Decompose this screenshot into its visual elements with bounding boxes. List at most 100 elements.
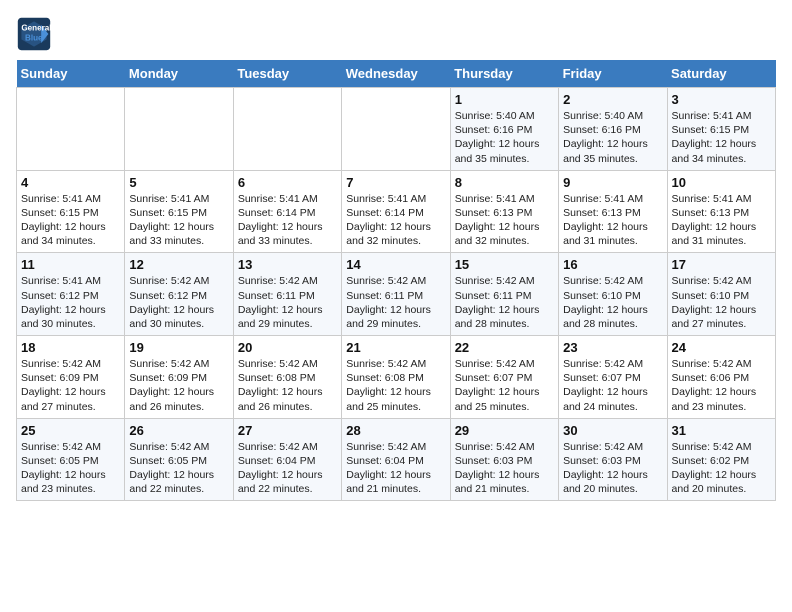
day-info: Sunrise: 5:41 AM Sunset: 6:15 PM Dayligh… xyxy=(21,192,120,249)
day-number: 9 xyxy=(563,175,662,190)
day-number: 31 xyxy=(672,423,771,438)
calendar-cell xyxy=(233,88,341,171)
day-number: 24 xyxy=(672,340,771,355)
calendar-cell: 12 Sunrise: 5:42 AM Sunset: 6:12 PM Dayli… xyxy=(125,253,233,336)
day-info: Sunrise: 5:42 AM Sunset: 6:03 PM Dayligh… xyxy=(563,440,662,497)
calendar-cell: 30 Sunrise: 5:42 AM Sunset: 6:03 PM Dayli… xyxy=(559,418,667,501)
day-number: 27 xyxy=(238,423,337,438)
day-number: 13 xyxy=(238,257,337,272)
day-info: Sunrise: 5:42 AM Sunset: 6:12 PM Dayligh… xyxy=(129,274,228,331)
day-info: Sunrise: 5:42 AM Sunset: 6:02 PM Dayligh… xyxy=(672,440,771,497)
calendar-cell: 8 Sunrise: 5:41 AM Sunset: 6:13 PM Daylig… xyxy=(450,170,558,253)
day-number: 30 xyxy=(563,423,662,438)
day-info: Sunrise: 5:41 AM Sunset: 6:14 PM Dayligh… xyxy=(346,192,445,249)
day-number: 4 xyxy=(21,175,120,190)
calendar-cell: 15 Sunrise: 5:42 AM Sunset: 6:11 PM Dayli… xyxy=(450,253,558,336)
day-info: Sunrise: 5:42 AM Sunset: 6:04 PM Dayligh… xyxy=(346,440,445,497)
day-info: Sunrise: 5:42 AM Sunset: 6:11 PM Dayligh… xyxy=(238,274,337,331)
day-number: 21 xyxy=(346,340,445,355)
day-number: 17 xyxy=(672,257,771,272)
day-number: 11 xyxy=(21,257,120,272)
calendar-cell: 26Sunrise: 5:42 AM Sunset: 6:05 PM Dayli… xyxy=(125,418,233,501)
day-info: Sunrise: 5:42 AM Sunset: 6:03 PM Dayligh… xyxy=(455,440,554,497)
calendar-cell: 21 Sunrise: 5:42 AM Sunset: 6:08 PM Dayli… xyxy=(342,336,450,419)
col-header-tuesday: Tuesday xyxy=(233,60,341,88)
day-number: 3 xyxy=(672,92,771,107)
day-info: Sunrise: 5:42 AM Sunset: 6:11 PM Dayligh… xyxy=(455,274,554,331)
calendar-cell: 18Sunrise: 5:42 AM Sunset: 6:09 PM Dayli… xyxy=(17,336,125,419)
calendar-cell: 25 Sunrise: 5:42 AM Sunset: 6:05 PM Dayli… xyxy=(17,418,125,501)
day-info: Sunrise: 5:41 AM Sunset: 6:15 PM Dayligh… xyxy=(672,109,771,166)
col-header-monday: Monday xyxy=(125,60,233,88)
col-header-sunday: Sunday xyxy=(17,60,125,88)
day-info: Sunrise: 5:40 AM Sunset: 6:16 PM Dayligh… xyxy=(455,109,554,166)
day-info: Sunrise: 5:42 AM Sunset: 6:11 PM Dayligh… xyxy=(346,274,445,331)
day-info: Sunrise: 5:41 AM Sunset: 6:13 PM Dayligh… xyxy=(455,192,554,249)
week-row-4: 18 Sunrise: 5:42 AM Sunset: 6:09 PM Dayli… xyxy=(17,336,776,419)
day-info: Sunrise: 5:42 AM Sunset: 6:07 PM Dayligh… xyxy=(455,357,554,414)
calendar-cell: 17 Sunrise: 5:42 AM Sunset: 6:10 PM Dayli… xyxy=(667,253,775,336)
calendar-cell: 20 Sunrise: 5:42 AM Sunset: 6:08 PM Dayli… xyxy=(233,336,341,419)
day-number: 2 xyxy=(563,92,662,107)
calendar-cell: 4 Sunrise: 5:41 AM Sunset: 6:15 PM Daylig… xyxy=(17,170,125,253)
day-info: Sunrise: 5:42 AM Sunset: 6:04 PM Dayligh… xyxy=(238,440,337,497)
day-info: Sunrise: 5:42 AM Sunset: 6:05 PM Dayligh… xyxy=(129,440,228,497)
day-number: 14 xyxy=(346,257,445,272)
day-info: Sunrise: 5:41 AM Sunset: 6:13 PM Dayligh… xyxy=(563,192,662,249)
col-header-friday: Friday xyxy=(559,60,667,88)
day-number: 22 xyxy=(455,340,554,355)
day-number: 29 xyxy=(455,423,554,438)
day-number: 5 xyxy=(129,175,228,190)
day-number: 23 xyxy=(563,340,662,355)
day-number: 28 xyxy=(346,423,445,438)
day-number: 8 xyxy=(455,175,554,190)
col-header-saturday: Saturday xyxy=(667,60,775,88)
calendar-cell: 27 Sunrise: 5:42 AM Sunset: 6:04 PM Dayli… xyxy=(233,418,341,501)
logo-icon: General Blue xyxy=(16,16,52,52)
calendar-cell: 16 Sunrise: 5:42 AM Sunset: 6:10 PM Dayli… xyxy=(559,253,667,336)
day-number: 18 xyxy=(21,340,120,355)
week-row-3: 11 Sunrise: 5:41 AM Sunset: 6:12 PM Dayli… xyxy=(17,253,776,336)
logo: General Blue xyxy=(16,16,56,52)
day-info: Sunrise: 5:41 AM Sunset: 6:13 PM Dayligh… xyxy=(672,192,771,249)
calendar-cell: 11 Sunrise: 5:41 AM Sunset: 6:12 PM Dayli… xyxy=(17,253,125,336)
day-info: Sunrise: 5:41 AM Sunset: 6:15 PM Dayligh… xyxy=(129,192,228,249)
day-info: Sunrise: 5:42 AM Sunset: 6:10 PM Dayligh… xyxy=(563,274,662,331)
day-number: 15 xyxy=(455,257,554,272)
day-number: 16 xyxy=(563,257,662,272)
day-number: 6 xyxy=(238,175,337,190)
col-header-wednesday: Wednesday xyxy=(342,60,450,88)
day-info: Sunrise: 5:42 AM Sunset: 6:08 PM Dayligh… xyxy=(238,357,337,414)
calendar-cell: 14 Sunrise: 5:42 AM Sunset: 6:11 PM Dayli… xyxy=(342,253,450,336)
day-number: 19 xyxy=(129,340,228,355)
day-info: Sunrise: 5:42 AM Sunset: 6:08 PM Dayligh… xyxy=(346,357,445,414)
week-row-1: 1 Sunrise: 5:40 AM Sunset: 6:16 PM Daylig… xyxy=(17,88,776,171)
calendar-cell: 13 Sunrise: 5:42 AM Sunset: 6:11 PM Dayli… xyxy=(233,253,341,336)
svg-text:Blue: Blue xyxy=(25,33,43,42)
calendar-cell: 24 Sunrise: 5:42 AM Sunset: 6:06 PM Dayli… xyxy=(667,336,775,419)
day-info: Sunrise: 5:42 AM Sunset: 6:09 PM Dayligh… xyxy=(129,357,228,414)
calendar-cell xyxy=(342,88,450,171)
calendar-cell: 19 Sunrise: 5:42 AM Sunset: 6:09 PM Dayli… xyxy=(125,336,233,419)
calendar-cell: 2Sunrise: 5:40 AM Sunset: 6:16 PM Daylig… xyxy=(559,88,667,171)
day-number: 10 xyxy=(672,175,771,190)
day-number: 1 xyxy=(455,92,554,107)
calendar-cell: 29 Sunrise: 5:42 AM Sunset: 6:03 PM Dayli… xyxy=(450,418,558,501)
calendar-cell: 6 Sunrise: 5:41 AM Sunset: 6:14 PM Daylig… xyxy=(233,170,341,253)
day-number: 20 xyxy=(238,340,337,355)
day-info: Sunrise: 5:42 AM Sunset: 6:10 PM Dayligh… xyxy=(672,274,771,331)
day-info: Sunrise: 5:42 AM Sunset: 6:06 PM Dayligh… xyxy=(672,357,771,414)
week-row-2: 4 Sunrise: 5:41 AM Sunset: 6:15 PM Daylig… xyxy=(17,170,776,253)
day-number: 7 xyxy=(346,175,445,190)
calendar-cell: 7 Sunrise: 5:41 AM Sunset: 6:14 PM Daylig… xyxy=(342,170,450,253)
calendar-cell xyxy=(17,88,125,171)
day-info: Sunrise: 5:41 AM Sunset: 6:14 PM Dayligh… xyxy=(238,192,337,249)
day-number: 25 xyxy=(21,423,120,438)
calendar-table: SundayMondayTuesdayWednesdayThursdayFrid… xyxy=(16,60,776,501)
day-number: 12 xyxy=(129,257,228,272)
day-info: Sunrise: 5:42 AM Sunset: 6:05 PM Dayligh… xyxy=(21,440,120,497)
day-info: Sunrise: 5:41 AM Sunset: 6:12 PM Dayligh… xyxy=(21,274,120,331)
calendar-cell: 10 Sunrise: 5:41 AM Sunset: 6:13 PM Dayli… xyxy=(667,170,775,253)
calendar-cell: 5 Sunrise: 5:41 AM Sunset: 6:15 PM Daylig… xyxy=(125,170,233,253)
calendar-cell: 1 Sunrise: 5:40 AM Sunset: 6:16 PM Daylig… xyxy=(450,88,558,171)
